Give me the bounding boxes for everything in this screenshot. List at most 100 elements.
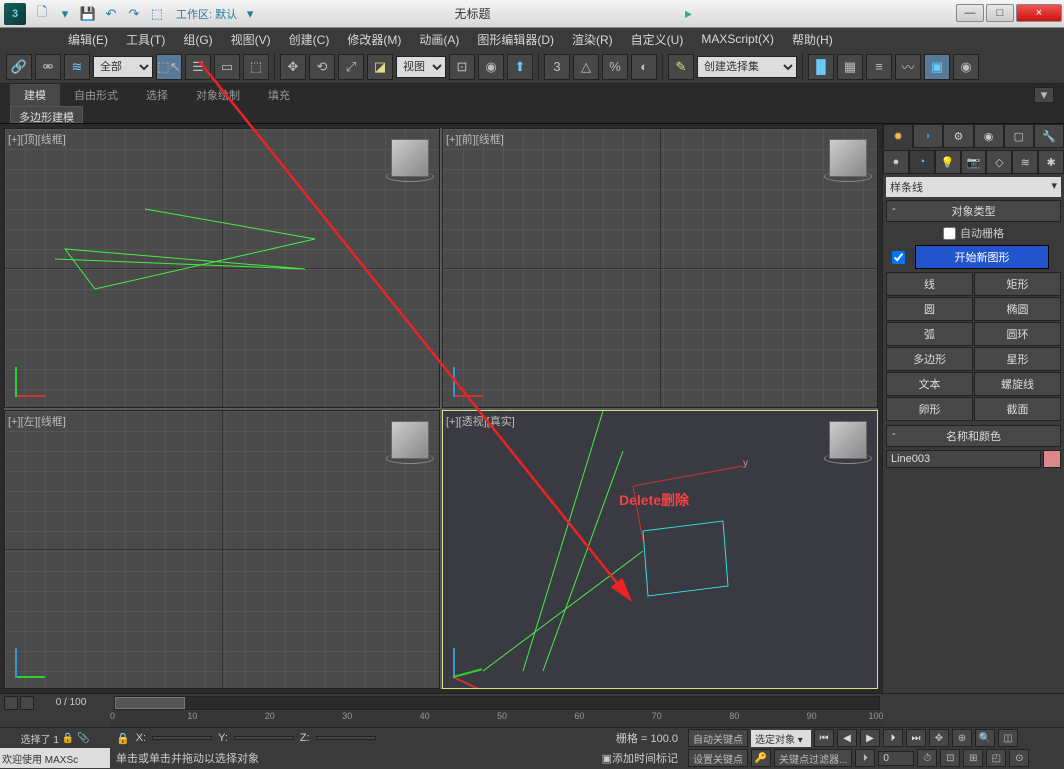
menu-customize[interactable]: 自定义(U) bbox=[623, 29, 692, 50]
use-pivot-icon[interactable]: ⊡ bbox=[449, 54, 475, 80]
scale-icon[interactable]: ⤢ bbox=[338, 54, 364, 80]
ribbon-tab-modeling[interactable]: 建模 bbox=[10, 84, 60, 106]
cp-tab-create-icon[interactable]: ✹ bbox=[883, 124, 913, 148]
rotate-icon[interactable]: ⟲ bbox=[309, 54, 335, 80]
qat-undo-icon[interactable]: ↶ bbox=[101, 4, 121, 24]
cp-tab-motion-icon[interactable]: ◉ bbox=[974, 124, 1004, 148]
cp-color-swatch[interactable] bbox=[1043, 450, 1061, 468]
cp-object-name-input[interactable] bbox=[886, 450, 1041, 468]
cp-btn-rectangle[interactable]: 矩形 bbox=[974, 272, 1061, 296]
cp-tab-utilities-icon[interactable]: 🔧 bbox=[1034, 124, 1064, 148]
cp-btn-ngon[interactable]: 多边形 bbox=[886, 347, 973, 371]
viewcube-left[interactable] bbox=[391, 421, 429, 459]
cp-rollout-objtype[interactable]: -对象类型 bbox=[886, 200, 1061, 222]
viewport-perspective[interactable]: [+][透视][真实] y bbox=[442, 410, 878, 690]
named-sel-dropdown[interactable]: 创建选择集 bbox=[697, 56, 797, 78]
setkey-button[interactable]: 设置关键点 bbox=[688, 749, 748, 767]
ref-coord-dropdown[interactable]: 视图 bbox=[396, 56, 446, 78]
viewport-front[interactable]: [+][前][线框] bbox=[442, 128, 878, 408]
keymode-icon[interactable]: ⏵ bbox=[855, 749, 875, 767]
keyfilter-button[interactable]: 关键点过滤器... bbox=[774, 749, 852, 767]
play-icon[interactable]: ▶ bbox=[860, 729, 880, 747]
prev-frame-icon[interactable]: ◀ bbox=[837, 729, 857, 747]
cp-btn-arc[interactable]: 弧 bbox=[886, 322, 973, 346]
ribbon-polymod[interactable]: 多边形建模 bbox=[10, 106, 83, 123]
timeline-key-icon[interactable] bbox=[4, 696, 18, 710]
viewcube-persp[interactable] bbox=[829, 421, 867, 459]
bind-icon[interactable]: ≋ bbox=[64, 54, 90, 80]
timeline-slider[interactable] bbox=[114, 696, 880, 710]
cp-cat-cameras-icon[interactable]: 📷 bbox=[961, 150, 987, 174]
viewport-max-icon[interactable]: ◰ bbox=[986, 749, 1006, 767]
cp-btn-ellipse[interactable]: 椭圆 bbox=[974, 297, 1061, 321]
z-field[interactable] bbox=[316, 736, 376, 740]
viewport-left-label[interactable]: [+][左][线框] bbox=[8, 413, 66, 429]
viewport-fov-icon[interactable]: ◫ bbox=[998, 729, 1018, 747]
select-by-name-icon[interactable]: ☰ bbox=[185, 54, 211, 80]
next-frame-icon[interactable]: ⏵ bbox=[883, 729, 903, 747]
cp-cat-geometry-icon[interactable]: ● bbox=[883, 150, 909, 174]
keyboard-shortcut-icon[interactable]: ⬆ bbox=[507, 54, 533, 80]
time-config-icon[interactable]: ⏱ bbox=[917, 749, 937, 767]
ribbon-tab-populate[interactable]: 填充 bbox=[254, 84, 304, 106]
qat-save-icon[interactable]: 💾 bbox=[78, 4, 98, 24]
cp-cat-helpers-icon[interactable]: ◇ bbox=[986, 150, 1012, 174]
viewcube-top[interactable] bbox=[391, 139, 429, 177]
menu-animation[interactable]: 动画(A) bbox=[411, 29, 467, 50]
material-editor-icon[interactable]: ◉ bbox=[953, 54, 979, 80]
maximize-button[interactable]: □ bbox=[986, 4, 1014, 22]
cp-btn-egg[interactable]: 卵形 bbox=[886, 397, 973, 421]
cp-cat-spacewarps-icon[interactable]: ≋ bbox=[1012, 150, 1038, 174]
qat-new-icon[interactable]: 🗋 bbox=[32, 4, 52, 24]
cp-btn-helix[interactable]: 螺旋线 bbox=[974, 372, 1061, 396]
viewport-left[interactable]: [+][左][线框] bbox=[4, 410, 440, 690]
ribbon-tab-freeform[interactable]: 自由形式 bbox=[60, 84, 132, 106]
viewport-persp-label[interactable]: [+][透视][真实] bbox=[446, 413, 515, 429]
lock-icon[interactable]: 🔒 bbox=[116, 732, 130, 745]
cp-btn-line[interactable]: 线 bbox=[886, 272, 973, 296]
workspace-label[interactable]: 工作区: 默认 bbox=[176, 6, 237, 22]
window-crossing-icon[interactable]: ⬚ bbox=[243, 54, 269, 80]
cp-cat-shapes-icon[interactable]: ◔ bbox=[909, 150, 935, 174]
cp-startnew-button[interactable]: 开始新图形 bbox=[915, 245, 1049, 269]
cp-btn-circle[interactable]: 圆 bbox=[886, 297, 973, 321]
snap-3d-icon[interactable]: 3 bbox=[544, 54, 570, 80]
menu-views[interactable]: 视图(V) bbox=[223, 29, 279, 50]
spinner-snap-icon[interactable]: ◐ bbox=[631, 54, 657, 80]
schematic-view-icon[interactable]: ▣ bbox=[924, 54, 950, 80]
viewport-zoom-icon[interactable]: 🔍 bbox=[975, 729, 995, 747]
select-manipulate-icon[interactable]: ◉ bbox=[478, 54, 504, 80]
menu-rendering[interactable]: 渲染(R) bbox=[564, 29, 621, 50]
cp-cat-lights-icon[interactable]: 💡 bbox=[935, 150, 961, 174]
timeline-key2-icon[interactable] bbox=[20, 696, 34, 710]
menu-edit[interactable]: 编辑(E) bbox=[60, 29, 116, 50]
cp-category-dropdown[interactable]: 样条线▾ bbox=[886, 177, 1061, 197]
percent-snap-icon[interactable]: % bbox=[602, 54, 628, 80]
align-icon[interactable]: ▦ bbox=[837, 54, 863, 80]
viewcube-front[interactable] bbox=[829, 139, 867, 177]
addtime-label[interactable]: 添加时间标记 bbox=[612, 750, 678, 766]
app-logo[interactable]: 3 bbox=[4, 3, 26, 25]
reference-coord-icon[interactable]: ◪ bbox=[367, 54, 393, 80]
menu-modifiers[interactable]: 修改器(M) bbox=[339, 29, 409, 50]
cp-btn-section[interactable]: 截面 bbox=[974, 397, 1061, 421]
menu-group[interactable]: 组(G) bbox=[175, 29, 220, 50]
goto-end-icon[interactable]: ⏭ bbox=[906, 729, 926, 747]
viewport-top[interactable]: [+][顶][线框] bbox=[4, 128, 440, 408]
select-object-icon[interactable]: ⬚↖ bbox=[156, 54, 182, 80]
menu-create[interactable]: 创建(C) bbox=[281, 29, 338, 50]
viewport-orbit-icon[interactable]: ⊕ bbox=[952, 729, 972, 747]
cp-btn-star[interactable]: 星形 bbox=[974, 347, 1061, 371]
cp-tab-display-icon[interactable]: ▢ bbox=[1004, 124, 1034, 148]
select-region-rect-icon[interactable]: ▭ bbox=[214, 54, 240, 80]
qat-open-icon[interactable]: ▾ bbox=[55, 4, 75, 24]
qat-redo-icon[interactable]: ↷ bbox=[124, 4, 144, 24]
ribbon-tab-selection[interactable]: 选择 bbox=[132, 84, 182, 106]
mirror-icon[interactable]: ▐▌ bbox=[808, 54, 834, 80]
layer-manager-icon[interactable]: ≡ bbox=[866, 54, 892, 80]
cp-startnew-check[interactable] bbox=[892, 251, 905, 264]
y-field[interactable] bbox=[234, 736, 294, 740]
link-icon[interactable]: 🔗 bbox=[6, 54, 32, 80]
viewport-pan-icon[interactable]: ✥ bbox=[929, 729, 949, 747]
selobj-dropdown[interactable]: 选定对象 ▾ bbox=[751, 730, 811, 747]
